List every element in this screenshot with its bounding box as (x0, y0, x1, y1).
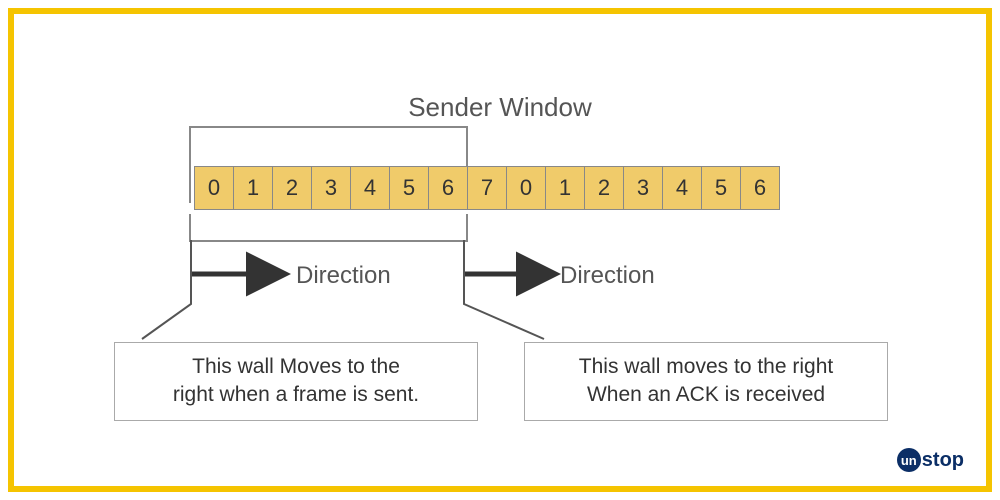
sequence-cell: 5 (701, 166, 741, 210)
sequence-cell: 5 (389, 166, 429, 210)
sequence-cell: 6 (428, 166, 468, 210)
under-bracket (189, 214, 468, 242)
sequence-cell: 1 (545, 166, 585, 210)
sequence-cell: 1 (233, 166, 273, 210)
sequence-cell: 3 (311, 166, 351, 210)
sequence-cell: 6 (740, 166, 780, 210)
sequence-cell: 7 (467, 166, 507, 210)
note-right-line2: When an ACK is received (541, 381, 871, 409)
title: Sender Window (14, 92, 986, 123)
sequence-strip: 012345670123456 (194, 166, 779, 210)
sequence-cell: 2 (584, 166, 624, 210)
sequence-cell: 0 (506, 166, 546, 210)
note-left-line1: This wall Moves to the (131, 353, 461, 381)
sequence-cell: 4 (662, 166, 702, 210)
sequence-cell: 0 (194, 166, 234, 210)
logo-badge-icon: un (897, 448, 921, 472)
note-left-line2: right when a frame is sent. (131, 381, 461, 409)
direction-label-left: Direction (296, 262, 391, 290)
note-right-line1: This wall moves to the right (541, 353, 871, 381)
logo-text: stop (922, 449, 964, 472)
note-right: This wall moves to the right When an ACK… (524, 342, 888, 421)
direction-label-right: Direction (560, 262, 655, 290)
note-left: This wall Moves to the right when a fram… (114, 342, 478, 421)
sequence-cell: 2 (272, 166, 312, 210)
sequence-cell: 3 (623, 166, 663, 210)
sequence-cell: 4 (350, 166, 390, 210)
diagram-frame: Sender Window 012345670123456 Direction … (8, 8, 992, 492)
logo: unstop (897, 448, 964, 472)
